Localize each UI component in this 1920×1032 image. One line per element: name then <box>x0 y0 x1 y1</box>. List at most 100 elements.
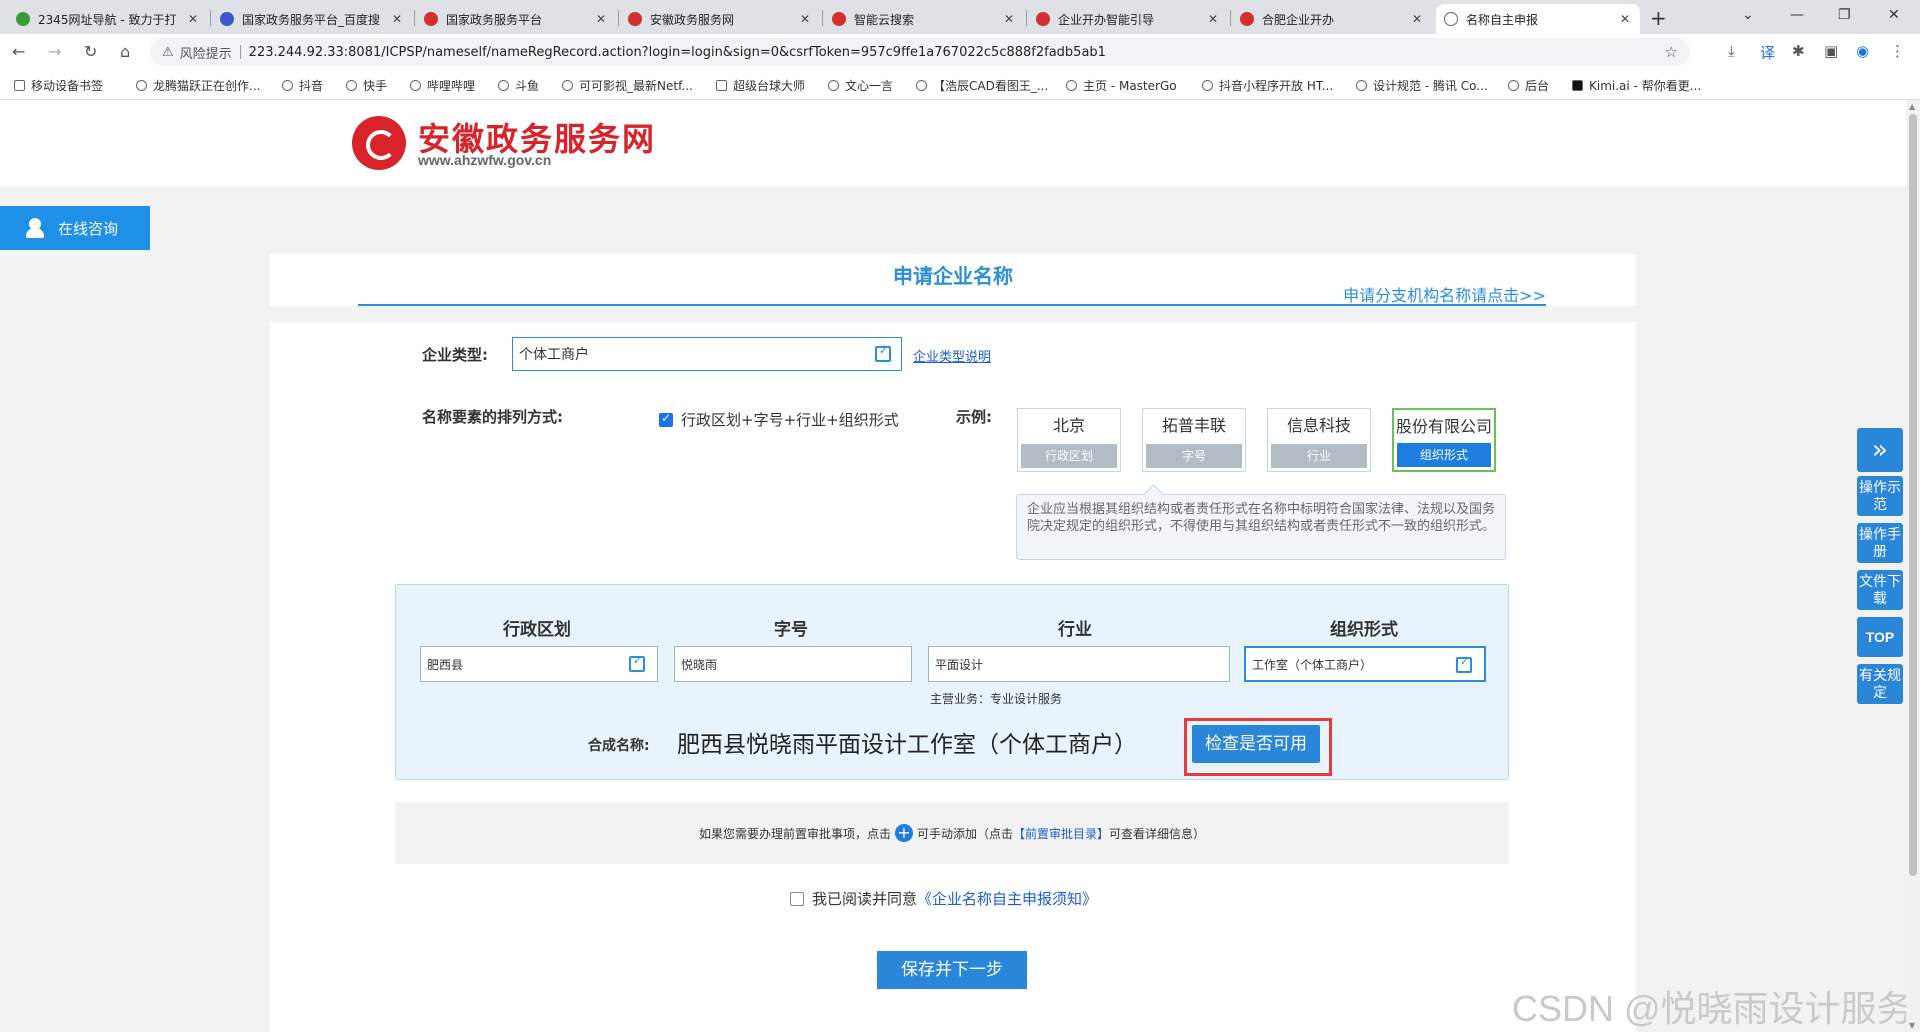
page-content: 安徽政务服务网 www.ahzwfw.gov.cn 在线咨询 申请企业名称 申请… <box>0 100 1906 1032</box>
demo-button[interactable]: 操作示范 <box>1857 476 1903 516</box>
tab-divider <box>1230 10 1231 26</box>
prereq-catalog-link[interactable]: 【前置审批目录】 <box>1013 825 1109 842</box>
globe-icon <box>498 80 509 91</box>
bookmark-item[interactable]: 主页 - MasterGo <box>1066 77 1177 94</box>
top-button[interactable]: TOP <box>1857 617 1903 657</box>
tab-gov-platform[interactable]: 国家政务服务平台 ✕ <box>416 4 616 34</box>
back-icon[interactable]: ← <box>12 42 25 61</box>
check-availability-button[interactable]: 检查是否可用 <box>1192 725 1320 763</box>
tab-close-icon[interactable]: ✕ <box>1618 12 1632 26</box>
bookmark-icon <box>136 80 147 91</box>
industry-input[interactable]: 平面设计 <box>928 646 1230 682</box>
example-note: 企业应当根据其组织结构或者责任形式在名称中标明符合国家法律、法规以及国务院决定规… <box>1016 494 1506 560</box>
picker-icon[interactable] <box>629 654 645 672</box>
bookmark-item[interactable]: 龙腾猫跃正在创作... <box>136 77 260 94</box>
bookmark-item[interactable]: 抖音 <box>282 77 323 94</box>
agreement-checkbox[interactable] <box>790 891 804 906</box>
tab-close-icon[interactable]: ✕ <box>1410 12 1424 26</box>
shop-name-input[interactable]: 悦晓雨 <box>674 646 912 682</box>
menu-icon[interactable]: ⋮ <box>1890 42 1905 60</box>
tab-baidu[interactable]: 国家政务服务平台_百度搜 ✕ <box>212 4 412 34</box>
tab-divider <box>822 10 823 26</box>
scrollbar-thumb[interactable] <box>1909 114 1917 876</box>
bookmark-item[interactable]: 斗鱼 <box>498 77 539 94</box>
page-scrollbar[interactable]: ▲ ▼ <box>1906 100 1920 1032</box>
scroll-up-icon[interactable]: ▲ <box>1909 102 1915 111</box>
manual-button[interactable]: 操作手册 <box>1857 523 1903 563</box>
online-consult-button[interactable]: 在线咨询 <box>0 206 150 250</box>
tab-name-declare[interactable]: 名称自主申报 ✕ <box>1436 4 1640 34</box>
tab-favicon <box>424 12 438 26</box>
region-select[interactable]: 肥西县 <box>420 646 658 682</box>
sidebar-icon[interactable]: ▣ <box>1824 42 1838 60</box>
forward-icon[interactable]: → <box>48 42 61 61</box>
new-tab-button[interactable]: + <box>1650 6 1667 30</box>
enterprise-type-select[interactable]: 个体工商户 <box>512 337 902 371</box>
picker-icon[interactable] <box>1456 655 1472 673</box>
bookmark-item[interactable]: 快手 <box>346 77 387 94</box>
tab-hefei[interactable]: 合肥企业开办 ✕ <box>1232 4 1432 34</box>
url-box[interactable]: ⚠ 风险提示 223.244.92.33:8081/ICPSP/nameself… <box>150 38 1690 66</box>
bookmark-item[interactable]: 设计规范 - 腾讯 Co... <box>1356 77 1488 94</box>
download-icon[interactable]: ⤓ <box>1728 42 1735 60</box>
bookmark-item[interactable]: 后台 <box>1508 77 1549 94</box>
close-window-icon[interactable]: ✕ <box>1888 7 1900 23</box>
tiktok-icon <box>282 80 293 91</box>
tab-close-icon[interactable]: ✕ <box>186 12 200 26</box>
tab-close-icon[interactable]: ✕ <box>594 12 608 26</box>
tab-list-icon[interactable]: ⌄ <box>1742 7 1754 23</box>
branch-apply-link[interactable]: 申请分支机构名称请点击>> <box>1343 282 1546 306</box>
agreement-row: 我已阅读并同意 《企业名称自主申报须知》 <box>790 888 1097 909</box>
order-label: 名称要素的排列方式: <box>422 408 563 426</box>
collapse-icon[interactable]: » <box>1857 428 1903 472</box>
reload-icon[interactable]: ↻ <box>84 42 97 61</box>
restore-icon[interactable]: ❐ <box>1838 7 1851 23</box>
shield-icon <box>1508 80 1519 91</box>
mastergo-icon <box>1066 80 1077 91</box>
site-header: 安徽政务服务网 www.ahzwfw.gov.cn <box>0 100 1906 186</box>
globe-icon <box>1444 12 1458 26</box>
tab-title: 企业开办智能引导 <box>1058 12 1155 27</box>
picker-icon[interactable] <box>875 344 891 362</box>
bookmark-item[interactable]: 哔哩哔哩 <box>410 77 475 94</box>
tab-guide[interactable]: 企业开办智能引导 ✕ <box>1028 4 1228 34</box>
enterprise-type-help-link[interactable]: 企业类型说明 <box>913 346 991 365</box>
bookmark-item[interactable]: 可可影视_最新Netf... <box>562 77 693 94</box>
order-option[interactable]: 行政区划+字号+行业+组织形式 <box>659 409 899 430</box>
home-icon[interactable]: ⌂ <box>120 42 130 61</box>
bookmark-item[interactable]: 文心一言 <box>828 77 893 94</box>
org-form-select[interactable]: 工作室（个体工商户） <box>1244 646 1486 682</box>
watermark: CSDN @悦晓雨设计服务 <box>1512 988 1906 1029</box>
rules-button[interactable]: 有关规定 <box>1857 664 1903 704</box>
tab-close-icon[interactable]: ✕ <box>1206 12 1220 26</box>
url-text[interactable]: 223.244.92.33:8081/ICPSP/nameself/nameRe… <box>249 45 1106 60</box>
column-header: 行政区划 <box>503 620 571 640</box>
agreement-link[interactable]: 《企业名称自主申报须知》 <box>917 888 1097 909</box>
star-icon[interactable]: ☆ <box>1665 43 1678 61</box>
tab-close-icon[interactable]: ✕ <box>798 12 812 26</box>
bookmark-item[interactable]: Kimi.ai - 帮你看更... <box>1572 77 1701 94</box>
save-next-button[interactable]: 保存并下一步 <box>877 951 1027 989</box>
bookmark-item[interactable]: 超级台球大师 <box>716 77 805 94</box>
translate-icon[interactable]: 译 <box>1760 42 1775 63</box>
title-panel: 申请企业名称 申请分支机构名称请点击>> <box>270 254 1636 306</box>
tab-2345[interactable]: 2345网址导航 - 致力于打 ✕ <box>8 4 208 34</box>
bookmark-item[interactable]: 【浩辰CAD看图王_... <box>916 77 1048 94</box>
tab-close-icon[interactable]: ✕ <box>390 12 404 26</box>
tab-anhui[interactable]: 安徽政务服务网 ✕ <box>620 4 820 34</box>
tab-close-icon[interactable]: ✕ <box>1002 12 1016 26</box>
security-warning[interactable]: 风险提示 <box>180 43 232 62</box>
url-divider <box>239 45 241 59</box>
example-text: 信息科技 <box>1286 416 1351 435</box>
main-business-text: 主营业务：专业设计服务 <box>930 692 1063 706</box>
order-checkbox[interactable] <box>659 411 673 427</box>
profile-icon[interactable]: ◉ <box>1856 42 1869 60</box>
tab-cloud-search[interactable]: 智能云搜索 ✕ <box>824 4 1024 34</box>
add-icon[interactable]: + <box>894 824 913 842</box>
minimize-icon[interactable]: — <box>1790 7 1804 23</box>
download-button[interactable]: 文件下载 <box>1857 570 1903 610</box>
bookmark-item[interactable]: 抖音小程序开放 HT... <box>1202 77 1333 94</box>
extensions-icon[interactable]: ✱ <box>1792 42 1805 60</box>
bookmark-item[interactable]: 移动设备书签 <box>14 77 103 94</box>
scroll-down-icon[interactable]: ▼ <box>1909 1021 1915 1030</box>
